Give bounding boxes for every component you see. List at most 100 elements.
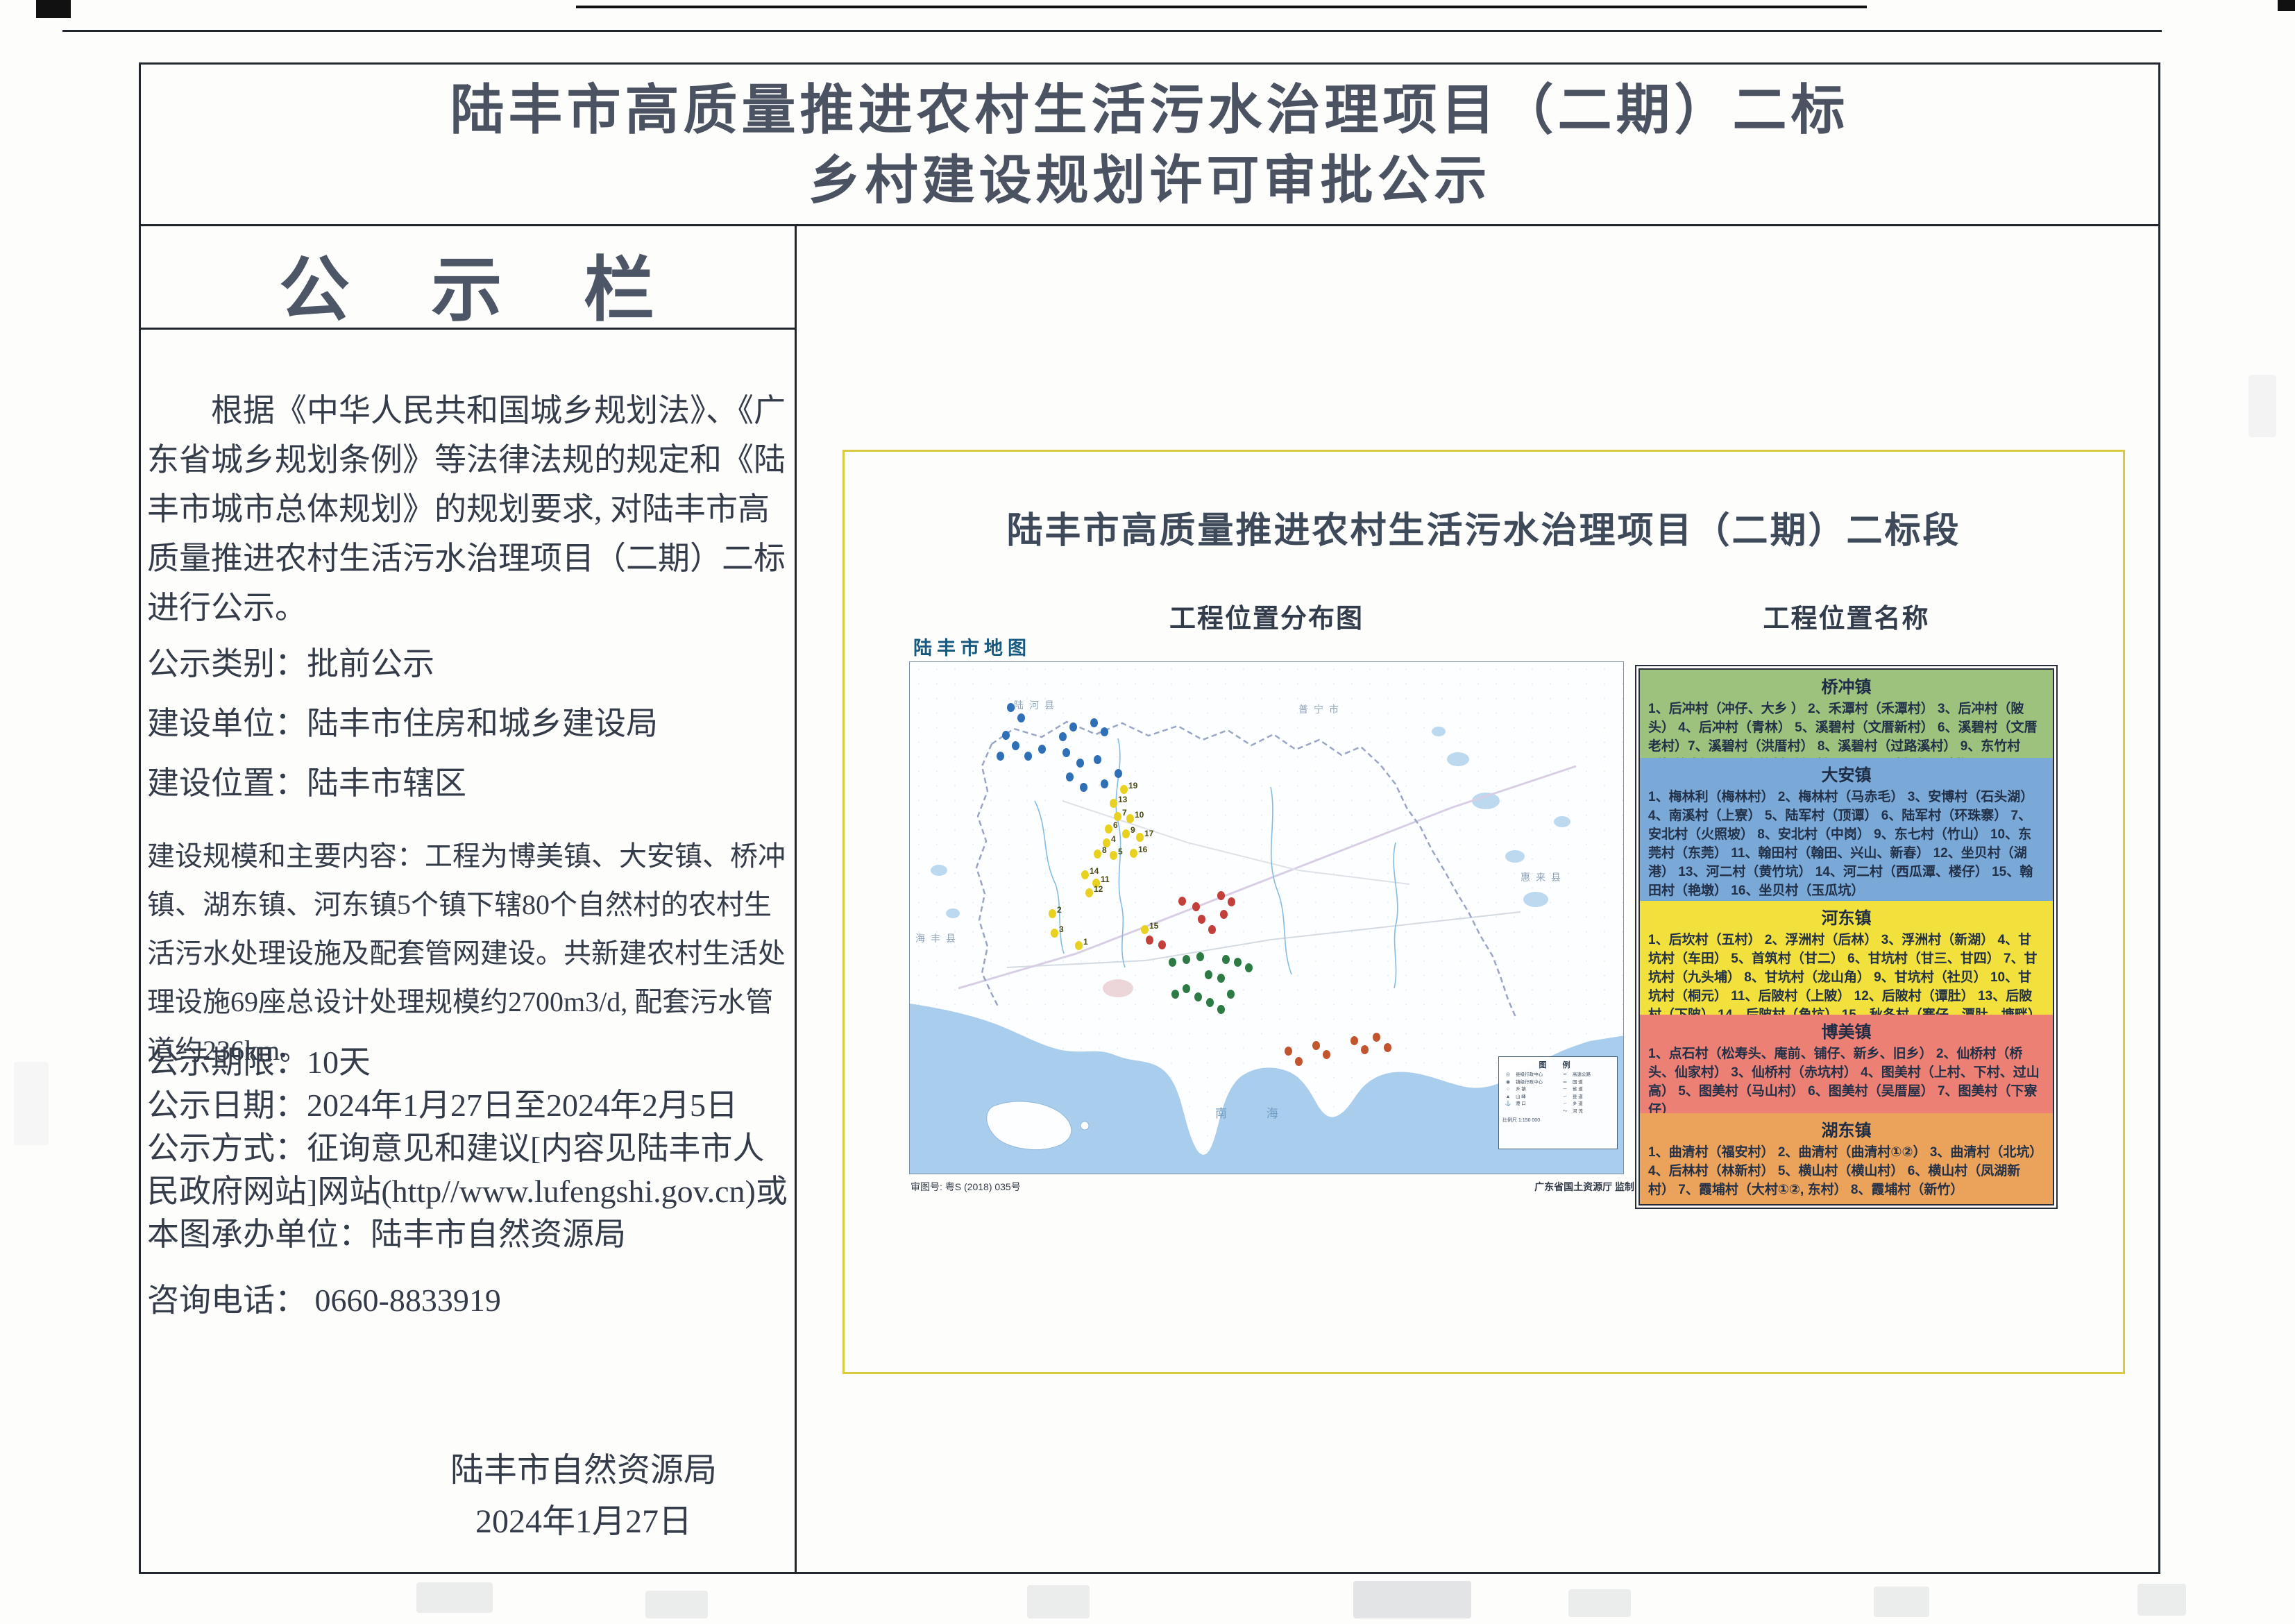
project-dot-hedong-yellow: [1081, 870, 1089, 879]
legend-label: 乡 道: [1573, 1101, 1583, 1108]
project-dot-qiaochong-green: [1217, 974, 1225, 983]
town-items: 1、点石村（松寿头、庵前、铺仔、新乡、旧乡） 2、仙桥村（桥头、仙家村） 3、仙…: [1640, 1042, 2053, 1113]
project-dot-daan-blue: [1066, 772, 1074, 781]
project-dot-number: 15: [1149, 921, 1158, 931]
project-dot-qiaochong-green: [1234, 958, 1242, 967]
project-dot-number: 14: [1090, 866, 1099, 876]
project-dot-hedong-yellow: [1120, 785, 1128, 794]
project-dot-daan-blue: [1012, 741, 1019, 750]
legend-label: 山 峰: [1516, 1094, 1526, 1101]
town-name: 博美镇: [1640, 1015, 2053, 1042]
project-dot-daan-blue: [1069, 722, 1077, 731]
legend-label: 国 道: [1573, 1079, 1583, 1087]
town-section-daan: 大安镇 1、梅林利（梅林村） 2、梅林村（马赤毛） 3、安博村（石头湖） 4、南…: [1640, 758, 2053, 901]
project-dot-number: 16: [1138, 845, 1147, 854]
notice-signature-block: 陆丰市自然资源局 2024年1月27日: [147, 1445, 791, 1548]
project-dot-daan-blue: [1115, 769, 1122, 778]
project-dot-qiaochong-green: [1227, 990, 1235, 999]
project-dot-number: 10: [1135, 810, 1144, 820]
list-section-heading: 工程位置名称: [1635, 597, 2058, 635]
project-dot-daan-blue: [1017, 713, 1025, 722]
legend-label: 高速公路: [1573, 1072, 1591, 1079]
city-seat-patch: [1103, 979, 1133, 997]
legend-symbol: ┄: [1559, 1094, 1570, 1101]
project-dot-qiaochong-green: [1245, 963, 1253, 972]
legend-right-column: ━高速公路═国 道─省 道┄县 道┈乡 道～河 流: [1559, 1072, 1614, 1115]
scan-smudge: [2249, 375, 2276, 437]
scan-smudge: [645, 1591, 708, 1618]
sea-label: 南 海: [1215, 1103, 1296, 1121]
project-dot-daan-blue: [1024, 752, 1032, 761]
legend-symbol: ═: [1559, 1079, 1570, 1087]
project-dot-daan-blue: [1062, 748, 1070, 757]
town-items: 1、后冲村（冲仔、大乡 ） 2、禾潭村（禾潭村） 3、后冲村（陂头） 4、后冲村…: [1640, 697, 2053, 758]
project-dot-qiaochong-green: [1222, 955, 1230, 964]
project-dot-number: 19: [1128, 781, 1137, 790]
signature-org: 陆丰市自然资源局: [376, 1445, 791, 1496]
project-dot-qiaochong-green: [1171, 990, 1179, 999]
project-dot-qiaochong-green: [1169, 958, 1176, 967]
project-dot-hudong-orange: [1312, 1041, 1320, 1050]
project-dot-hedong-yellow: [1075, 941, 1083, 950]
project-dot-bomei-red: [1220, 910, 1228, 919]
project-dot-number: 4: [1111, 834, 1116, 844]
legend-label: 省 道: [1573, 1086, 1583, 1094]
town-items: 1、后坎村（五村） 2、浮洲村（后林） 3、浮洲村（新湖） 4、甘坑村（车田） …: [1640, 929, 2053, 1015]
project-dot-number: 13: [1118, 795, 1127, 804]
project-dot-qiaochong-green: [1206, 998, 1214, 1007]
project-dot-hudong-orange: [1373, 1033, 1380, 1042]
legend-row: ═国 道: [1559, 1079, 1614, 1087]
project-dot-hudong-orange: [1361, 1045, 1369, 1054]
scan-smudge: [1027, 1585, 1090, 1618]
town-section-hedong: 河东镇 1、后坎村（五村） 2、浮洲村（后林） 3、浮洲村（新湖） 4、甘坑村（…: [1640, 901, 2053, 1015]
neighbor-region-label: 惠来县: [1521, 870, 1566, 884]
project-dot-number: 5: [1118, 847, 1123, 856]
project-dot-hudong-orange: [1350, 1036, 1358, 1045]
project-dot-qiaochong-green: [1196, 952, 1204, 961]
project-dot-number: 3: [1059, 924, 1064, 934]
project-dot-bomei-red: [1192, 902, 1200, 911]
project-dot-hedong-yellow: [1105, 824, 1112, 834]
map-rivers: [1035, 738, 1398, 988]
legend-left-column: ◎县级行政中心◉镇级行政中心○乡 镇▲山 峰⚓港 口: [1502, 1072, 1557, 1115]
legend-symbol: ◉: [1502, 1079, 1514, 1087]
project-dot-daan-blue: [1038, 745, 1046, 754]
project-dot-hedong-yellow: [1094, 849, 1101, 858]
scan-smudge: [416, 1582, 493, 1613]
town-items: 1、曲清村（福安村） 2、曲清村（曲清村①②） 3、曲清村（北坑） 4、后林村（…: [1640, 1141, 2053, 1199]
project-dot-hedong-yellow: [1126, 814, 1134, 823]
legend-row: ◎县级行政中心: [1502, 1072, 1557, 1079]
notice-type: 公示类别：批前公示: [147, 636, 791, 692]
project-dot-hudong-orange: [1295, 1057, 1303, 1066]
scan-artifact-corner-left: [36, 0, 71, 18]
neighbor-region-label: 海丰县: [915, 931, 961, 945]
column-divider: [795, 224, 797, 1574]
legend-scale: 比例尺 1:150 000: [1502, 1117, 1614, 1124]
project-dot-hedong-yellow: [1085, 888, 1093, 897]
project-dot-hudong-orange: [1323, 1050, 1330, 1059]
scanned-notice-page: 陆丰市高质量推进农村生活污水治理项目（二期）二标 乡村建设规划许可审批公示 公 …: [0, 0, 2295, 1624]
legend-row: ◉镇级行政中心: [1502, 1079, 1557, 1087]
project-dot-hedong-yellow: [1136, 833, 1144, 842]
town-name: 河东镇: [1640, 901, 2053, 929]
legend-symbol: ○: [1502, 1086, 1514, 1094]
town-items: 1、梅林利（梅林村） 2、梅林村（马赤毛） 3、安博村（石头湖） 4、南溪村（上…: [1640, 786, 2053, 900]
legend-symbol: ▲: [1502, 1094, 1514, 1101]
legend-label: 县 道: [1573, 1094, 1583, 1101]
project-dot-hedong-yellow: [1122, 829, 1130, 838]
project-dot-number: 11: [1101, 874, 1110, 884]
town-name: 大安镇: [1640, 758, 2053, 786]
notice-period-block: 公示期限：10天 公示日期：2024年1月27日至2024年2月5日 公示方式：…: [147, 1041, 791, 1328]
project-dot-daan-blue: [1059, 732, 1067, 741]
scan-smudge: [14, 1062, 49, 1145]
notice-body: 根据《中华人民共和国城乡规划法》、《广东省城乡规划条例》等法律法规的规定和《陆丰…: [147, 386, 791, 1075]
project-dot-hedong-yellow: [1051, 929, 1058, 938]
poster-title: 陆丰市高质量推进农村生活污水治理项目（二期）二标段: [842, 501, 2125, 553]
project-dot-number: 2: [1057, 905, 1062, 915]
legend-row: ⚓港 口: [1502, 1101, 1557, 1108]
map-legend: 图 例 ◎县级行政中心◉镇级行政中心○乡 镇▲山 峰⚓港 口 ━高速公路═国 道…: [1498, 1056, 1618, 1149]
project-dot-daan-blue: [1090, 718, 1098, 727]
project-dot-daan-blue: [997, 752, 1004, 761]
project-dot-number: 9: [1130, 825, 1135, 835]
scan-smudge: [1353, 1581, 1471, 1618]
